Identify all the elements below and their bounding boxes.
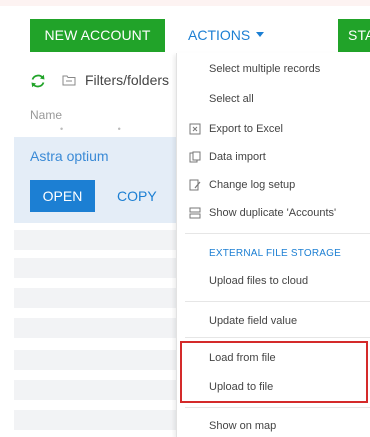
duplicates-icon — [189, 207, 201, 219]
actions-label: ACTIONS — [188, 27, 251, 43]
table-row[interactable] — [14, 258, 176, 278]
table-row[interactable] — [14, 230, 176, 250]
menu-item-show-on-map[interactable]: Show on map — [209, 420, 276, 432]
change-log-icon — [189, 179, 201, 191]
menu-divider — [185, 407, 370, 408]
copy-button[interactable]: COPY — [117, 180, 157, 212]
menu-item-upload-cloud[interactable]: Upload files to cloud — [209, 275, 308, 287]
menu-item-select-all[interactable]: Select all — [209, 93, 254, 105]
table-row[interactable] — [14, 410, 176, 430]
refresh-icon[interactable] — [30, 73, 46, 89]
menu-item-show-duplicates[interactable]: Show duplicate 'Accounts' — [189, 207, 337, 219]
table-row[interactable] — [14, 318, 176, 338]
top-edge-strip — [0, 0, 370, 6]
table-row[interactable] — [14, 380, 176, 400]
start-button-partial[interactable]: STA — [338, 19, 370, 52]
actions-dropdown-button[interactable]: ACTIONS — [188, 19, 265, 52]
menu-item-label: Change log setup — [209, 179, 296, 191]
excel-export-icon — [189, 123, 201, 135]
caret-down-icon — [256, 31, 265, 37]
menu-item-export-excel[interactable]: Export to Excel — [189, 123, 283, 135]
menu-divider — [185, 233, 370, 234]
filter-folder-icon[interactable] — [62, 73, 76, 87]
menu-item-update-field[interactable]: Update field value — [209, 315, 297, 327]
menu-divider — [185, 337, 370, 338]
menu-item-select-multiple[interactable]: Select multiple records — [209, 63, 320, 75]
column-resize-dots: • • — [60, 124, 147, 134]
new-account-button[interactable]: NEW ACCOUNT — [30, 19, 165, 52]
menu-item-label: Data import — [209, 151, 266, 163]
menu-item-change-log[interactable]: Change log setup — [189, 179, 296, 191]
menu-item-label: Show duplicate 'Accounts' — [209, 207, 337, 219]
data-import-icon — [189, 151, 201, 163]
record-name-link[interactable]: Astra optium — [30, 148, 109, 164]
menu-item-label: Export to Excel — [209, 123, 283, 135]
menu-item-data-import[interactable]: Data import — [189, 151, 266, 163]
highlight-annotation-box — [180, 341, 368, 403]
filters-folders-link[interactable]: Filters/folders — [85, 72, 169, 88]
table-row[interactable] — [14, 288, 176, 308]
open-button[interactable]: OPEN — [30, 180, 95, 212]
table-row[interactable] — [14, 350, 176, 370]
menu-divider — [185, 301, 370, 302]
menu-section-external-storage: EXTERNAL FILE STORAGE — [209, 248, 342, 259]
column-header-name[interactable]: Name — [30, 108, 62, 122]
